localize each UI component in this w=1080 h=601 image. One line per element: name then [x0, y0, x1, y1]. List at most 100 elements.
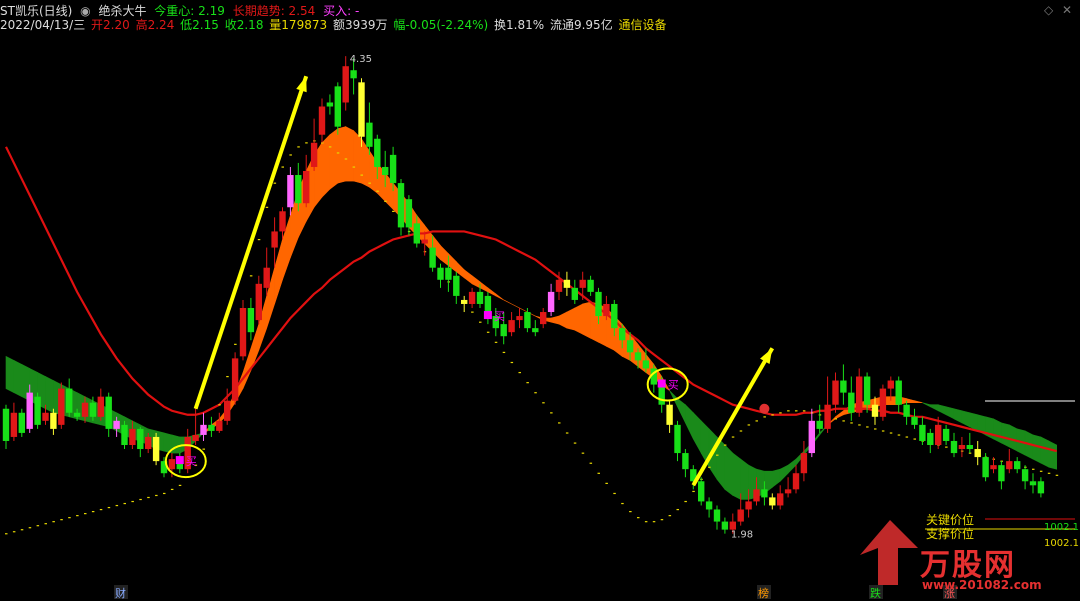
candle — [816, 404, 823, 433]
candle — [848, 376, 855, 421]
watermark-logo — [860, 520, 918, 585]
candle-body — [397, 183, 405, 228]
candle-body — [895, 380, 902, 405]
candle-body — [935, 424, 942, 446]
support-dot — [273, 182, 277, 184]
candle — [10, 402, 18, 441]
candle-body — [800, 453, 808, 474]
ribbon-segment — [45, 376, 54, 414]
key-level-label: 关键价位 — [926, 512, 974, 527]
candle — [824, 376, 831, 433]
candle-body — [310, 142, 318, 167]
candle-body — [263, 267, 270, 288]
support-dot — [881, 430, 885, 432]
ribbon-segment — [732, 452, 742, 500]
candle — [950, 432, 958, 458]
candle-body — [152, 436, 160, 462]
support-dot — [352, 166, 356, 168]
support-dot — [28, 527, 32, 529]
candle-body — [429, 247, 436, 268]
support-dot — [36, 525, 40, 527]
candle — [524, 308, 531, 333]
candle-body — [729, 521, 736, 530]
candle — [532, 320, 539, 337]
candle — [358, 78, 365, 147]
candle-body — [26, 392, 33, 429]
candle-body — [721, 521, 729, 530]
ribbon-segment — [692, 412, 702, 455]
candle-body — [547, 291, 555, 313]
ribbon-segment — [479, 281, 489, 293]
candle-body — [42, 412, 49, 421]
ribbon-segment — [329, 128, 339, 190]
support-dot — [155, 494, 158, 497]
candle — [674, 420, 681, 462]
candle — [152, 432, 160, 466]
support-dot — [20, 529, 24, 531]
candle-body — [73, 412, 81, 417]
candle-body — [563, 279, 571, 288]
support-dot — [178, 484, 182, 487]
candle-body — [461, 299, 468, 304]
support-dot — [226, 376, 229, 378]
candle-body — [247, 308, 255, 333]
candle — [18, 408, 25, 437]
quote-change: 幅-0.05(-2.24%) — [393, 18, 489, 32]
candle-body — [1006, 461, 1013, 470]
ribbon-segment — [945, 406, 955, 420]
candle-body — [737, 509, 744, 522]
candle-body — [516, 316, 523, 321]
candle — [840, 364, 847, 405]
ribbon-segment — [1032, 434, 1042, 464]
ribbon-segment — [1040, 436, 1050, 468]
candle-body — [611, 303, 618, 329]
candle-body — [966, 445, 973, 450]
ribbon-segment — [993, 418, 1002, 444]
candle-body — [887, 380, 894, 389]
support-dot — [802, 410, 806, 412]
quote-turnover: 换1.81% — [494, 18, 545, 32]
ribbon-segment — [1008, 424, 1018, 452]
support-dot — [60, 519, 63, 521]
candle-body — [255, 283, 262, 321]
quote-row: 2022/04/13/三 开2.20 高2.24 低2.15 收2.18 量17… — [0, 16, 671, 33]
support-dot — [336, 152, 340, 154]
candle — [777, 485, 784, 510]
candle-body — [342, 66, 349, 103]
support-dot — [731, 436, 735, 438]
candle-body — [129, 428, 136, 446]
candle — [666, 400, 673, 433]
collapse-up-icon[interactable]: ◇ — [1044, 3, 1053, 17]
support-dot — [866, 426, 869, 428]
support-dot — [147, 496, 150, 499]
candle-body — [334, 86, 341, 127]
ribbon-segment — [274, 239, 283, 305]
candle-body — [927, 432, 934, 446]
close-icon[interactable]: ✕ — [1062, 3, 1072, 17]
candle-body — [626, 340, 634, 353]
candle-body — [713, 509, 721, 522]
candle-body — [571, 287, 578, 300]
candle-body — [382, 166, 389, 176]
candle-body — [532, 328, 539, 333]
support-dot — [605, 482, 608, 484]
candle — [1037, 477, 1045, 498]
ribbon-segment — [5, 355, 15, 394]
support-dot — [550, 412, 553, 414]
candle-body — [990, 465, 997, 470]
support-dot — [494, 341, 498, 343]
support-dot — [621, 502, 624, 505]
support-dot — [328, 146, 332, 148]
candle-body — [982, 457, 989, 478]
candle-body — [919, 424, 926, 441]
support-dot — [265, 206, 269, 208]
candle-body — [295, 175, 302, 204]
quote-sector[interactable]: 通信设备 — [619, 18, 667, 32]
ribbon-segment — [13, 359, 23, 398]
support-dot — [747, 424, 751, 426]
support-dot — [257, 238, 261, 241]
ribbon-segment — [771, 468, 781, 488]
candle-body — [658, 384, 665, 405]
candle-body — [666, 404, 673, 425]
ribbon-segment — [495, 293, 504, 301]
